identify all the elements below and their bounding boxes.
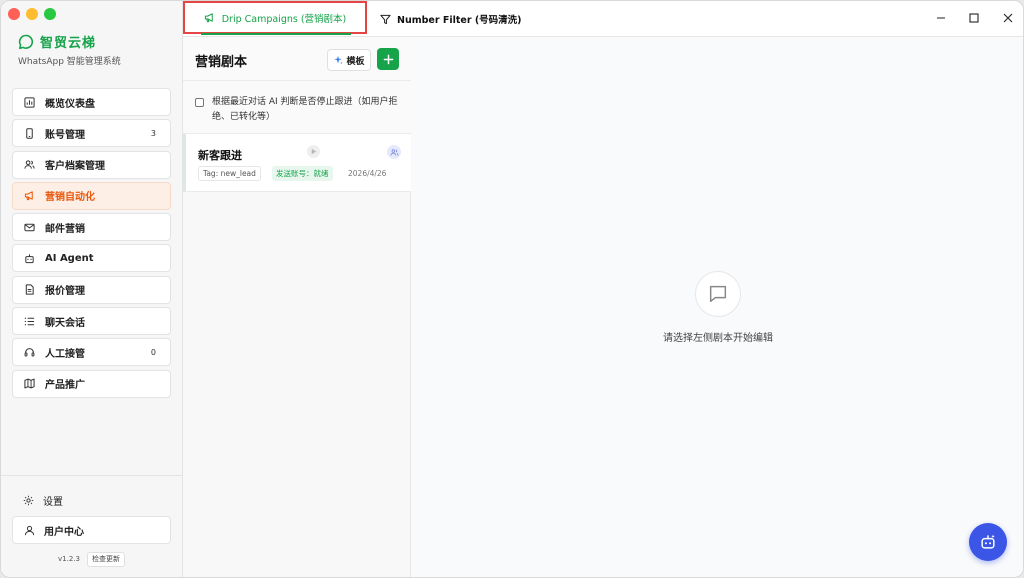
sidebar: 智贸云梯 WhatsApp 智能管理系统 概览仪表盘 账号管理 3 客户档案管理… — [1, 1, 183, 577]
sidebar-item-dashboard[interactable]: 概览仪表盘 — [12, 88, 171, 116]
panel-title: 营销剧本 — [195, 55, 248, 70]
template-label: 模板 — [346, 56, 365, 67]
sidebar-item-label: 聊天会话 — [45, 317, 85, 329]
sidebar-divider — [1, 475, 182, 476]
sidebar-item-label: 报价管理 — [45, 286, 85, 298]
app-window: 智贸云梯 WhatsApp 智能管理系统 概览仪表盘 账号管理 3 客户档案管理… — [0, 0, 1024, 578]
sidebar-item-label: 账号管理 — [45, 129, 85, 141]
tab-bar: Drip Campaigns (营销剧本) Number Filter (号码清… — [183, 1, 1023, 37]
sidebar-item-label: 人工接管 — [45, 348, 85, 360]
user-icon — [24, 525, 35, 536]
people-icon[interactable] — [387, 145, 401, 159]
mail-icon — [24, 222, 35, 233]
sidebar-item-chat-sessions[interactable]: 聊天会话 — [12, 307, 171, 336]
ai-stop-label: 根据最近对话 AI 判断是否停止跟进（如用户拒绝、已转化等） — [212, 97, 398, 122]
brand: 智贸云梯 — [18, 32, 96, 51]
maximize-icon[interactable] — [967, 11, 981, 25]
sidebar-item-label: 概览仪表盘 — [45, 98, 95, 110]
user-center-label: 用户中心 — [44, 526, 84, 538]
sidebar-item-customers[interactable]: 客户档案管理 — [12, 150, 171, 179]
message-icon — [695, 271, 741, 317]
sidebar-item-label: 邮件营销 — [45, 223, 85, 235]
campaign-name: 新客跟进 — [198, 149, 242, 162]
megaphone-icon — [24, 190, 35, 201]
sidebar-nav: 概览仪表盘 账号管理 3 客户档案管理 营销自动化 邮件营销 AI Agent … — [12, 88, 171, 401]
phone-icon — [24, 128, 35, 139]
list-icon — [24, 316, 35, 327]
bot-icon — [981, 534, 995, 549]
campaign-card[interactable]: 新客跟进 Tag: new_lead 发送账号：就绪 2026/4/26 — [183, 134, 411, 192]
version-label: v1.2.3 — [58, 555, 80, 563]
play-icon[interactable] — [307, 145, 320, 158]
map-icon — [24, 378, 35, 389]
users-icon — [24, 159, 35, 170]
sidebar-item-product-promotion[interactable]: 产品推广 — [12, 369, 171, 398]
user-center-button[interactable]: 用户中心 — [12, 516, 171, 544]
sidebar-item-accounts[interactable]: 账号管理 3 — [12, 119, 171, 148]
campaign-tag: Tag: new_lead — [198, 166, 261, 181]
sidebar-item-quotes[interactable]: 报价管理 — [12, 275, 171, 304]
brand-name: 智贸云梯 — [40, 36, 97, 51]
minimize-window-button[interactable] — [26, 8, 38, 20]
sidebar-item-label: 产品推广 — [45, 380, 85, 392]
minimize-icon[interactable] — [934, 11, 948, 25]
active-tab-indicator — [201, 33, 351, 35]
sidebar-item-label: 客户档案管理 — [45, 161, 105, 173]
headset-icon — [24, 347, 35, 358]
campaign-account-status: 发送账号：就绪 — [272, 166, 333, 181]
close-icon[interactable] — [1001, 11, 1015, 25]
window-traffic-lights — [8, 8, 56, 20]
megaphone-icon — [204, 12, 215, 23]
sidebar-item-count: 0 — [150, 347, 156, 357]
tab-drip-campaigns[interactable]: Drip Campaigns (营销剧本) — [183, 1, 367, 34]
campaign-date: 2026/4/26 — [348, 169, 387, 178]
playbook-panel: 营销剧本 模板 根据最近对话 AI 判断是否停止跟进（如用户拒绝、已转化等） 新… — [183, 37, 411, 577]
sidebar-item-count: 3 — [150, 128, 156, 138]
tab-label: Drip Campaigns (营销剧本) — [221, 13, 347, 25]
zoom-window-button[interactable] — [44, 8, 56, 20]
filter-icon — [380, 14, 391, 25]
document-icon — [24, 284, 35, 295]
settings-button[interactable]: 设置 — [23, 493, 63, 508]
editor-area: 请选择左侧剧本开始编辑 — [411, 37, 1023, 577]
plus-icon — [383, 54, 393, 64]
sidebar-item-ai-agent[interactable]: AI Agent — [12, 244, 171, 273]
dashboard-icon — [24, 96, 35, 108]
template-button[interactable]: 模板 — [327, 49, 371, 71]
playbook-panel-header: 营销剧本 模板 — [183, 37, 411, 81]
sidebar-item-label: AI Agent — [45, 252, 94, 264]
tab-label: Number Filter (号码清洗) — [397, 15, 522, 26]
sidebar-item-marketing-automation[interactable]: 营销自动化 — [12, 181, 171, 210]
sidebar-item-manual-takeover[interactable]: 人工接管 0 — [12, 338, 171, 367]
chat-bubble-icon — [18, 34, 34, 49]
settings-label: 设置 — [43, 497, 63, 508]
assistant-fab-button[interactable] — [969, 523, 1007, 561]
check-update-button[interactable]: 检查更新 — [87, 552, 125, 567]
ai-stop-checkbox[interactable] — [195, 98, 204, 107]
sidebar-item-email-marketing[interactable]: 邮件营销 — [12, 213, 171, 242]
robot-icon — [24, 253, 35, 264]
tab-number-filter[interactable]: Number Filter (号码清洗) — [380, 1, 522, 37]
sparkle-icon — [334, 55, 344, 65]
empty-state-text: 请选择左侧剧本开始编辑 — [663, 333, 773, 344]
gear-icon — [23, 495, 34, 506]
add-playbook-button[interactable] — [377, 48, 399, 70]
ai-stop-option: 根据最近对话 AI 判断是否停止跟进（如用户拒绝、已转化等） — [183, 81, 411, 134]
close-window-button[interactable] — [8, 8, 20, 20]
sidebar-item-label: 营销自动化 — [45, 192, 95, 204]
brand-subtitle: WhatsApp 智能管理系统 — [18, 57, 121, 67]
